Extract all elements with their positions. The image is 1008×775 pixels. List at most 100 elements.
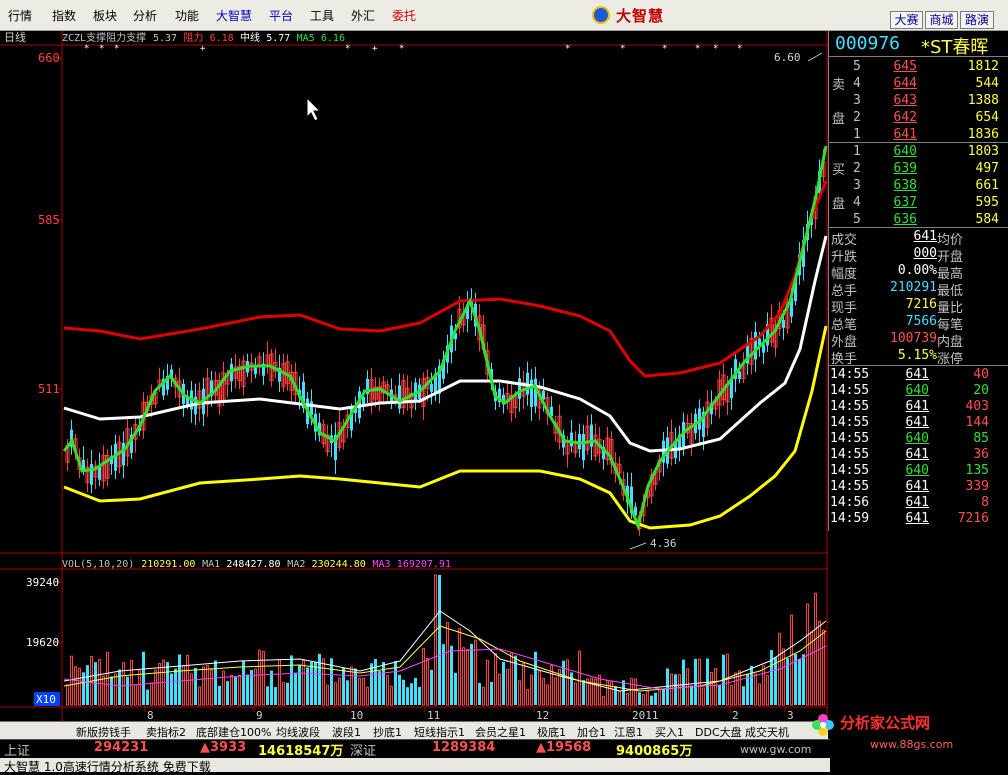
menu-item-4[interactable]: 功能 (175, 7, 199, 24)
buy-marker: * (84, 44, 89, 54)
volume-bar (294, 672, 297, 705)
month-label-6: 2 (732, 709, 739, 721)
panel-divider (829, 56, 1008, 57)
menu-item-7[interactable]: 工具 (310, 7, 334, 24)
sell-price: 645 (893, 59, 917, 74)
sh-change: ▲3933 (200, 740, 247, 755)
menu-item-5[interactable]: 大智慧 (216, 7, 252, 24)
volume-bar (226, 681, 229, 705)
buy-row-4: 5 636 584 (829, 212, 1008, 229)
sell-row-4: 1 641 1836 (829, 127, 1008, 144)
indicator-header-item-5: 5.77 (266, 33, 290, 44)
indicator-header-item-7: 6.16 (321, 33, 345, 44)
indicator-header-item-4: 中线 (240, 31, 260, 44)
sz-change: ▲19568 (536, 740, 592, 755)
trade-price: 641 (905, 415, 929, 430)
vol-tick-39240: 39240 (26, 576, 59, 589)
sz-label[interactable]: 深证 (350, 740, 376, 759)
kline-chart[interactable]: 日线 ZCZL支撑阻力支撑 5.37 阻力 6.18 中线 5.77 MA5 6.16 660… (0, 30, 828, 722)
trade-time: 14:55 (830, 399, 870, 414)
volume-bar (286, 682, 289, 705)
candle-body (754, 331, 757, 360)
menu-item-0[interactable]: 行情 (8, 7, 32, 24)
sell-label-row-1: 卖 (829, 74, 1008, 93)
stock-code: 000976 (835, 33, 901, 54)
indicator-tab-4[interactable]: 波段1 (332, 724, 361, 740)
indicator-tab-0[interactable]: 新版捞钱手 (76, 724, 131, 740)
stat-row-6: 外盘 100739 内盘 (829, 331, 1008, 350)
stat-row-2: 幅度 0.00% 最高 (829, 263, 1008, 282)
menu-item-1[interactable]: 指数 (52, 7, 76, 24)
indicator-tab-7[interactable]: 会员之星1 (475, 724, 526, 740)
trade-time: 14:55 (830, 431, 870, 446)
sell-volume: 1812 (967, 59, 999, 74)
menu-item-9[interactable]: 委托 (392, 7, 416, 24)
header-button-0[interactable]: 大赛 (890, 11, 923, 29)
menu-item-6[interactable]: 平台 (269, 7, 293, 24)
volume-bar (694, 658, 697, 705)
low-price-label: 4.36 (650, 537, 677, 550)
volume-bar (406, 687, 409, 705)
indicator-tab-13[interactable]: 成交天机 (745, 724, 789, 740)
indicator-tab-2[interactable]: 底部建仓100% (196, 724, 271, 740)
indicator-tab-5[interactable]: 抄底1 (373, 724, 402, 740)
vol-unit-label: X10 (36, 693, 56, 706)
header-button-2[interactable]: 路演 (960, 11, 994, 29)
trade-price: 640 (905, 431, 929, 446)
volume-bar (174, 668, 177, 705)
trade-price: 641 (905, 367, 929, 382)
indicator-tab-1[interactable]: 卖指标2 (146, 724, 186, 740)
trade-row-7: 14:55 641 339 (829, 479, 1008, 496)
trade-volume: 339 (965, 479, 989, 494)
header-button-1[interactable]: 商城 (925, 11, 958, 29)
trade-price: 641 (905, 447, 929, 462)
menu-item-3[interactable]: 分析 (133, 7, 157, 24)
app-logo: 大智慧 (592, 5, 665, 26)
volume-bar (274, 687, 277, 705)
price-tick-585: 585 (38, 213, 60, 227)
candle-body (570, 432, 573, 447)
buy-marker: * (662, 44, 667, 54)
trade-row-9: 14:59 641 7216 (829, 511, 1008, 528)
indicator-tab-11[interactable]: 买入1 (655, 724, 684, 740)
month-label-4: 12 (536, 709, 549, 721)
status-bar: 上证 294231 ▲3933 14618547万 深证 1289384 ▲19… (0, 739, 1008, 774)
menu-item-8[interactable]: 外汇 (351, 7, 375, 24)
indicator-tab-10[interactable]: 江恩1 (614, 724, 643, 740)
volume-bar (246, 674, 249, 705)
indicator-tab-8[interactable]: 极底1 (537, 724, 566, 740)
stat-label: 换手 (831, 352, 858, 367)
volume-bar (142, 651, 145, 705)
volume-bar (798, 659, 801, 705)
volume-bar (178, 654, 181, 705)
logo-text: 大智慧 (616, 7, 665, 25)
volume-bar (370, 663, 373, 705)
month-label-5: 2011 (632, 709, 659, 721)
sh-label[interactable]: 上证 (4, 740, 30, 759)
volume-bar (654, 692, 657, 705)
trade-volume: 85 (973, 431, 989, 446)
buy-level: 3 (853, 178, 861, 193)
stat-row-3: 总手 210291 最低 (829, 280, 1008, 299)
volume-bar (126, 676, 129, 705)
volume-header-item-3: 248427.80 (226, 559, 280, 570)
trade-volume: 7216 (957, 511, 989, 526)
volume-bar (614, 686, 617, 705)
indicator-tab-9[interactable]: 加仓1 (577, 724, 606, 740)
volume-bar (266, 686, 269, 705)
trade-time: 14:55 (830, 479, 870, 494)
volume-header-item-2: MA1 (202, 559, 220, 570)
indicator-tab-3[interactable]: 均线波段 (276, 724, 320, 740)
trade-volume: 36 (973, 447, 989, 462)
kline-chart-svg: 日线 ZCZL支撑阻力支撑 5.37 阻力 6.18 中线 5.77 MA5 6.16 660… (0, 30, 828, 722)
candle-body (530, 379, 533, 408)
volume-bar (402, 679, 405, 705)
month-label-1: 9 (256, 709, 263, 721)
indicator-tab-6[interactable]: 短线指示1 (414, 724, 465, 740)
candle-body (398, 385, 401, 409)
price-tick-660: 660 (38, 51, 60, 65)
menu-item-2[interactable]: 板块 (93, 7, 117, 24)
indicator-tab-12[interactable]: DDC大盘 (695, 724, 742, 740)
month-label-7: 3 (787, 709, 794, 721)
trade-row-2: 14:55 641 403 (829, 399, 1008, 416)
